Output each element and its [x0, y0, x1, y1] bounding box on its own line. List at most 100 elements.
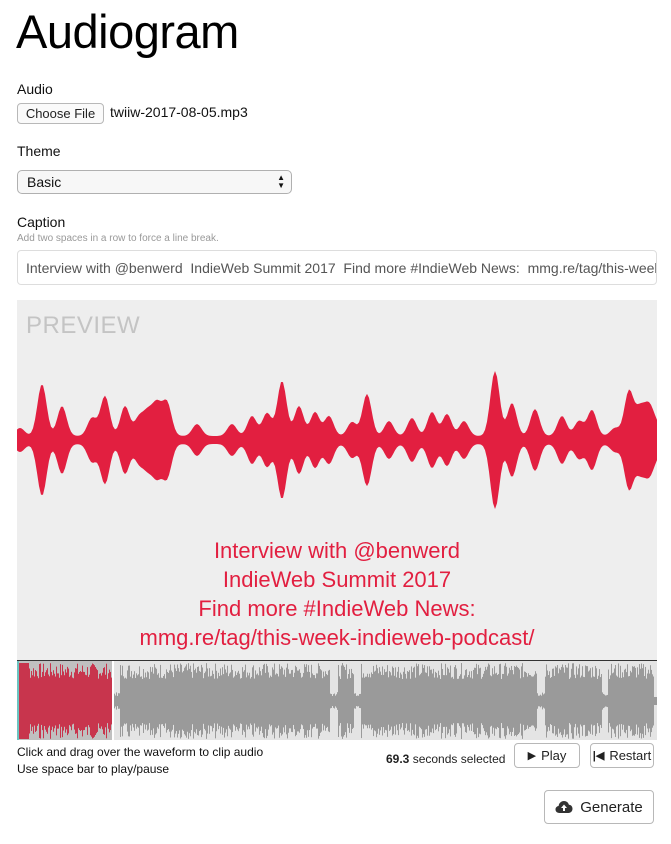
choose-file-button[interactable]: Choose File — [17, 103, 104, 124]
theme-select[interactable]: Basic ▲ ▼ — [17, 170, 292, 194]
timeline-wave-bar — [624, 669, 625, 733]
timeline-wave-bar — [19, 663, 20, 739]
timeline-wave-bar — [291, 670, 292, 732]
timeline-wave-bar — [436, 672, 437, 730]
timeline-wave-bar — [378, 673, 379, 729]
timeline-wave-bar — [289, 673, 290, 729]
help-line: Use space bar to play/pause — [17, 762, 170, 776]
caption-input[interactable]: Interview with @benwerd IndieWeb Summit … — [17, 250, 657, 285]
timeline-wave-bar — [575, 678, 576, 724]
seconds-selected-suffix: seconds selected — [409, 752, 506, 766]
timeline-wave-bar — [567, 667, 568, 735]
timeline-wave-bar — [439, 675, 440, 727]
timeline-wave-bar — [131, 671, 132, 731]
timeline-wave-bar — [454, 667, 455, 735]
timeline-wave-bar — [463, 678, 464, 724]
timeline-wave-bar — [621, 677, 622, 725]
timeline-wave-bar — [616, 675, 617, 727]
timeline-wave-bar — [94, 665, 95, 737]
timeline-wave-bar — [430, 669, 431, 733]
timeline-wave-bar — [188, 663, 189, 739]
timeline-wave-bar — [611, 663, 612, 739]
timeline-wave-bar — [488, 663, 489, 739]
timeline-wave-bar — [581, 675, 582, 727]
timeline-wave-bar — [495, 673, 496, 729]
timeline-wave-bar — [520, 678, 521, 724]
timeline-wave-bar — [651, 669, 652, 733]
timeline-wave-bar — [641, 663, 642, 739]
timeline-wave-bar — [60, 664, 61, 738]
play-icon: ▶ — [527, 750, 537, 762]
timeline-wave-bar — [598, 675, 599, 727]
timeline-wave-bar — [102, 672, 103, 730]
selection-end-handle[interactable] — [112, 661, 114, 740]
timeline-wave-bar — [350, 677, 351, 725]
timeline-wave-bar — [240, 678, 241, 724]
timeline-wave-bar — [390, 672, 391, 730]
timeline-wave-bar — [324, 676, 325, 726]
timeline-wave-bar — [56, 666, 57, 736]
timeline-wave-bar — [536, 673, 537, 729]
play-button[interactable]: ▶ Play — [514, 743, 580, 768]
timeline-wave-bar — [99, 673, 100, 729]
timeline-wave-bar — [176, 671, 177, 731]
timeline-wave-bar — [547, 670, 548, 732]
timeline-wave-bar — [549, 671, 550, 731]
timeline-wave-bar — [568, 663, 569, 739]
timeline-wave-bar — [529, 674, 530, 728]
timeline-wave-bar — [36, 671, 37, 731]
timeline-wave-bar — [229, 673, 230, 729]
preview-panel: PREVIEW Interview with @benwerd IndieWeb… — [17, 300, 657, 660]
timeline-wave-bar — [652, 674, 653, 728]
timeline-waveform[interactable] — [17, 661, 657, 740]
timeline-wave-bar — [215, 663, 216, 739]
timeline-wave-bar — [73, 678, 74, 724]
timeline-wave-bar — [285, 676, 286, 726]
timeline-wave-bar — [250, 678, 251, 724]
timeline-wave-bar — [649, 673, 650, 729]
timeline-wave-bar — [639, 664, 640, 738]
timeline-wave-bar — [239, 673, 240, 729]
timeline-wave-bar — [508, 673, 509, 729]
timeline-wave-bar — [387, 665, 388, 737]
timeline-wave-bar — [32, 675, 33, 727]
timeline-wave-bar — [494, 666, 495, 736]
timeline-wave-bar — [486, 669, 487, 733]
timeline-wave-bar — [572, 663, 573, 739]
timeline-wave-bar — [162, 677, 163, 725]
timeline-wave-bar — [192, 677, 193, 725]
timeline-wave-bar — [24, 663, 25, 739]
timeline-wave-bar — [143, 669, 144, 733]
timeline-wave-bar — [218, 672, 219, 730]
timeline-wave-bar — [600, 677, 601, 725]
audio-timeline[interactable] — [17, 660, 657, 740]
timeline-wave-bar — [269, 677, 270, 725]
help-line: Click and drag over the waveform to clip… — [17, 745, 264, 759]
timeline-wave-bar — [307, 671, 308, 731]
timeline-wave-bar — [481, 678, 482, 724]
timeline-wave-bar — [127, 670, 128, 732]
timeline-wave-bar — [400, 672, 401, 730]
timeline-wave-bar — [627, 664, 628, 738]
timeline-wave-bar — [487, 666, 488, 736]
timeline-wave-bar — [524, 671, 525, 731]
timeline-wave-bar — [81, 671, 82, 731]
timeline-wave-bar — [79, 671, 80, 731]
audio-label: Audio — [17, 81, 53, 97]
timeline-wave-bar — [603, 693, 604, 709]
timeline-wave-bar — [87, 667, 88, 735]
timeline-wave-bar — [152, 667, 153, 735]
timeline-wave-bar — [585, 665, 586, 737]
generate-button[interactable]: Generate — [544, 790, 654, 824]
playhead-handle[interactable] — [17, 661, 19, 740]
timeline-wave-bar — [560, 669, 561, 733]
timeline-wave-bar — [412, 672, 413, 730]
timeline-wave-bar — [40, 663, 41, 739]
timeline-wave-bar — [564, 672, 565, 730]
preview-caption-line: IndieWeb Summit 2017 — [222, 567, 452, 592]
timeline-wave-bar — [349, 669, 350, 733]
restart-button[interactable]: |◀ Restart — [590, 743, 654, 768]
timeline-wave-bar — [259, 667, 260, 735]
timeline-wave-bar — [174, 664, 175, 738]
timeline-wave-bar — [168, 672, 169, 730]
